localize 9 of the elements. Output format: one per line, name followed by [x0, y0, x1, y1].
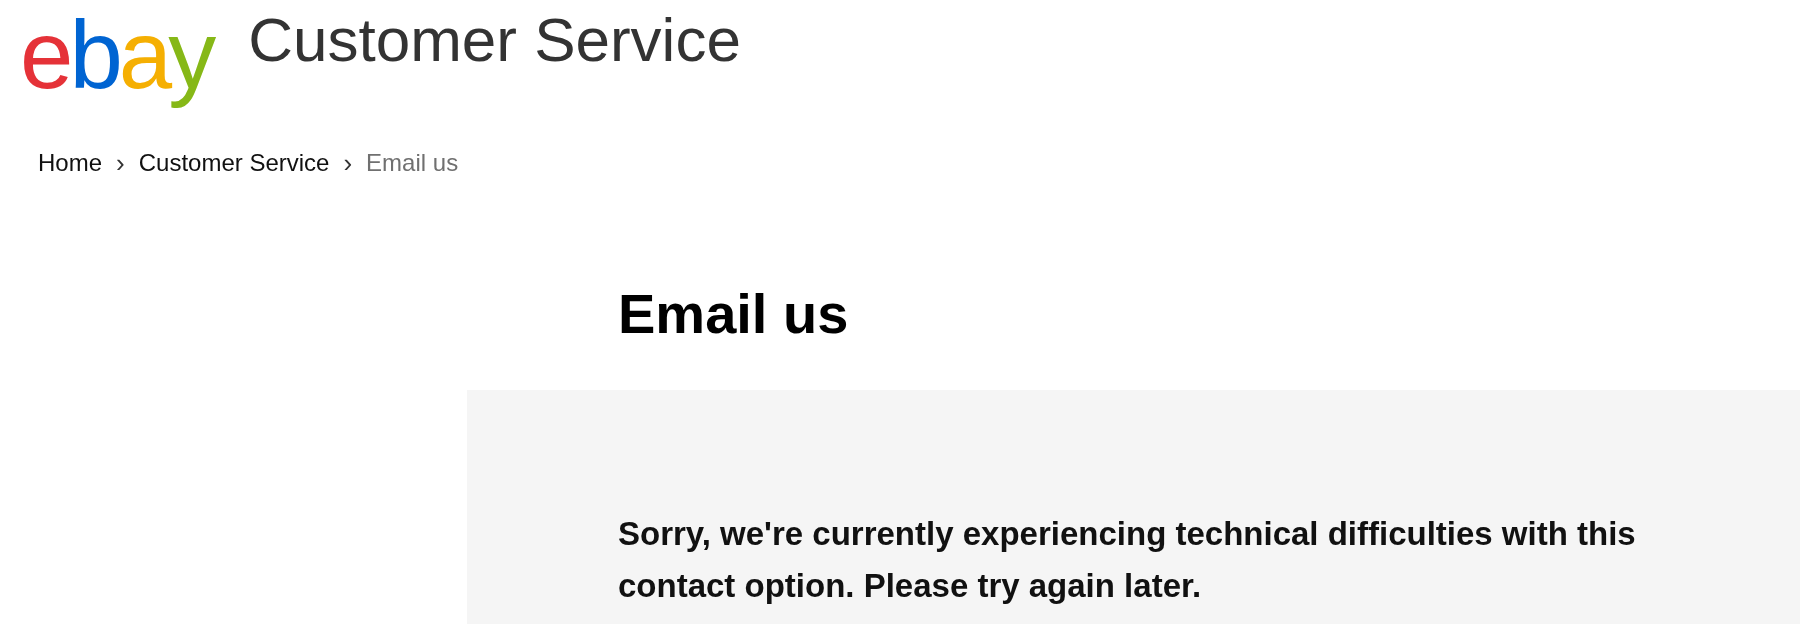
breadcrumb-link[interactable]: Home	[38, 149, 103, 178]
breadcrumb-link[interactable]: Customer Service	[138, 149, 330, 178]
page-title: Customer Service	[248, 4, 741, 76]
breadcrumb-link[interactable]: Email us	[366, 149, 459, 178]
chevron-icon: ›	[116, 147, 125, 179]
heading: Email us	[618, 282, 850, 347]
chevron-icon: ›	[343, 147, 353, 179]
error-message: Sorry, we're currently experiencing technical difficulties with this contact option. Please try again later.	[618, 514, 1637, 607]
logo[interactable]: ebay	[20, 0, 219, 111]
